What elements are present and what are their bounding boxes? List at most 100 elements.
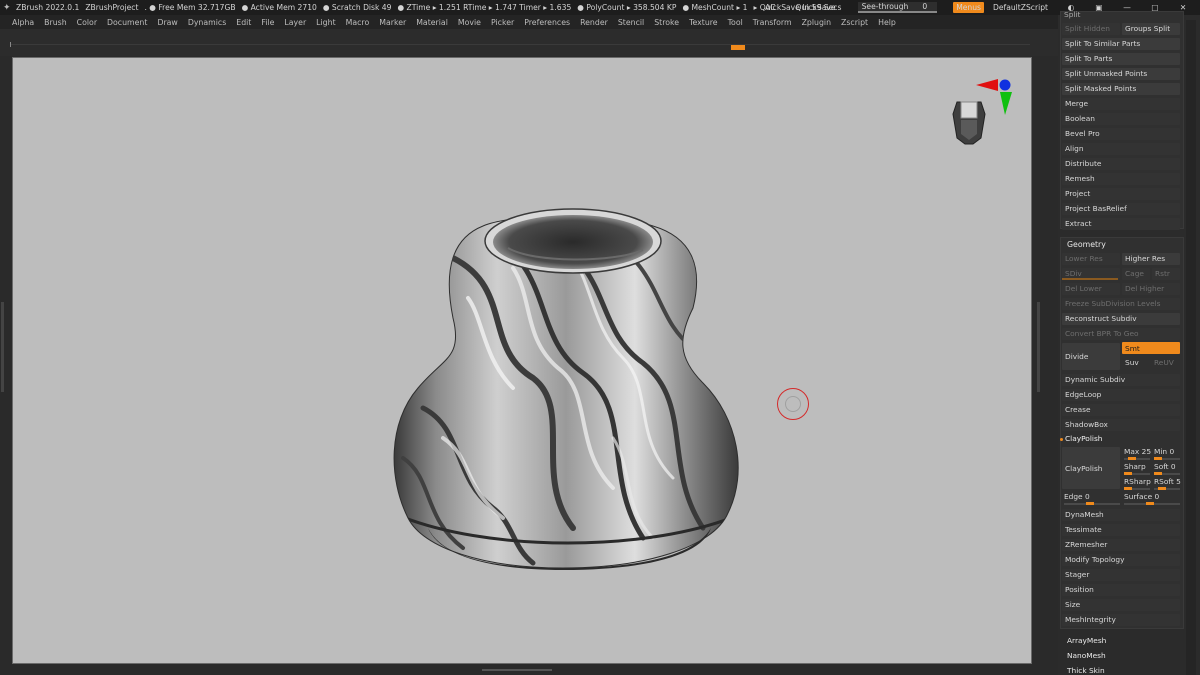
surface-slider-label[interactable]: Surface 0 bbox=[1124, 492, 1159, 501]
rsoft-slider-label[interactable]: RSoft 5 bbox=[1154, 477, 1181, 486]
menu-transform[interactable]: Transform bbox=[753, 18, 792, 27]
timeline-marker[interactable] bbox=[731, 45, 745, 50]
nanomesh-section[interactable]: NanoMesh bbox=[1067, 651, 1106, 660]
split-hidden-button[interactable]: Split Hidden bbox=[1062, 22, 1120, 35]
axis-gizmo-icon[interactable] bbox=[974, 76, 1014, 118]
rstr-button[interactable]: Rstr bbox=[1152, 267, 1180, 280]
freeze-subdivision-levels-button[interactable]: Freeze SubDivision Levels bbox=[1062, 297, 1180, 310]
extract-button[interactable]: Extract bbox=[1062, 217, 1180, 230]
menu-document[interactable]: Document bbox=[107, 18, 147, 27]
reuv-button[interactable]: ReUV bbox=[1154, 358, 1174, 367]
tool-palette-scrollbar[interactable] bbox=[1186, 20, 1196, 675]
sharp-slider-label[interactable]: Sharp bbox=[1124, 462, 1146, 471]
groups-split-button[interactable]: Groups Split bbox=[1122, 22, 1180, 35]
suv-toggle[interactable]: Suv bbox=[1125, 358, 1139, 367]
right-tray-handle[interactable] bbox=[1037, 302, 1040, 392]
del-higher-button[interactable]: Del Higher bbox=[1122, 282, 1180, 295]
sharp-slider-knob[interactable] bbox=[1124, 472, 1132, 475]
dynamesh-button[interactable]: DynaMesh bbox=[1062, 508, 1180, 521]
rsoft-slider-knob[interactable] bbox=[1158, 487, 1166, 490]
rsharp-slider-knob[interactable] bbox=[1124, 487, 1132, 490]
distribute-button[interactable]: Distribute bbox=[1062, 157, 1180, 170]
menu-stencil[interactable]: Stencil bbox=[618, 18, 644, 27]
align-button[interactable]: Align bbox=[1062, 142, 1180, 155]
tessimate-button[interactable]: Tessimate bbox=[1062, 523, 1180, 536]
menu-movie[interactable]: Movie bbox=[458, 18, 481, 27]
split-header[interactable]: Split bbox=[1064, 10, 1080, 19]
max-slider-label[interactable]: Max 25 bbox=[1124, 447, 1151, 456]
convert-bpr-to-geo-button[interactable]: Convert BPR To Geo bbox=[1062, 327, 1180, 340]
zremesher-button[interactable]: ZRemesher bbox=[1062, 538, 1180, 551]
project-button[interactable]: Project bbox=[1062, 187, 1180, 200]
size-button[interactable]: Size bbox=[1062, 598, 1180, 611]
reconstruct-subdiv-button[interactable]: Reconstruct Subdiv bbox=[1062, 312, 1180, 325]
soft-slider-label[interactable]: Soft 0 bbox=[1154, 462, 1176, 471]
menu-zscript[interactable]: Zscript bbox=[841, 18, 868, 27]
stager-button[interactable]: Stager bbox=[1062, 568, 1180, 581]
merge-button[interactable]: Merge bbox=[1062, 97, 1180, 110]
edge-slider-label[interactable]: Edge 0 bbox=[1064, 492, 1090, 501]
menu-texture[interactable]: Texture bbox=[689, 18, 718, 27]
modify-topology-button[interactable]: Modify Topology bbox=[1062, 553, 1180, 566]
menu-color[interactable]: Color bbox=[77, 18, 97, 27]
thick-skin-section[interactable]: Thick Skin bbox=[1067, 666, 1105, 675]
ac-toggle[interactable]: AC bbox=[765, 3, 775, 12]
split-to-similar-parts-button[interactable]: Split To Similar Parts bbox=[1062, 37, 1180, 50]
menu-file[interactable]: File bbox=[261, 18, 274, 27]
sdiv-slider[interactable]: SDiv bbox=[1062, 267, 1120, 280]
remesh-button[interactable]: Remesh bbox=[1062, 172, 1180, 185]
arraymesh-section[interactable]: ArrayMesh bbox=[1067, 636, 1106, 645]
bevel-pro-button[interactable]: Bevel Pro bbox=[1062, 127, 1180, 140]
boolean-button[interactable]: Boolean bbox=[1062, 112, 1180, 125]
max-slider-knob[interactable] bbox=[1128, 457, 1136, 460]
claypolish-button[interactable]: ClayPolish bbox=[1062, 447, 1120, 489]
min-slider-knob[interactable] bbox=[1154, 457, 1162, 460]
cage-button[interactable]: Cage bbox=[1122, 267, 1150, 280]
crease-button[interactable]: Crease bbox=[1062, 403, 1180, 416]
shadowbox-button[interactable]: ShadowBox bbox=[1062, 418, 1180, 431]
menu-alpha[interactable]: Alpha bbox=[12, 18, 34, 27]
document-canvas[interactable] bbox=[12, 57, 1032, 664]
quicksave-button[interactable]: QuickSave bbox=[795, 3, 835, 12]
menu-dynamics[interactable]: Dynamics bbox=[188, 18, 226, 27]
divide-button[interactable]: Divide bbox=[1062, 342, 1120, 370]
lower-res-button[interactable]: Lower Res bbox=[1062, 252, 1120, 265]
min-slider-label[interactable]: Min 0 bbox=[1154, 447, 1174, 456]
menu-edit[interactable]: Edit bbox=[236, 18, 251, 27]
menu-help[interactable]: Help bbox=[878, 18, 896, 27]
menu-zplugin[interactable]: Zplugin bbox=[802, 18, 831, 27]
soft-slider-knob[interactable] bbox=[1154, 472, 1162, 475]
left-tray-handle[interactable] bbox=[1, 302, 4, 392]
menu-picker[interactable]: Picker bbox=[491, 18, 514, 27]
menu-draw[interactable]: Draw bbox=[157, 18, 177, 27]
dynamic-subdiv-button[interactable]: Dynamic Subdiv bbox=[1062, 373, 1180, 386]
menu-render[interactable]: Render bbox=[580, 18, 608, 27]
edge-slider-knob[interactable] bbox=[1086, 502, 1094, 505]
menu-stroke[interactable]: Stroke bbox=[654, 18, 679, 27]
menu-preferences[interactable]: Preferences bbox=[524, 18, 570, 27]
vase-sculpt-model[interactable] bbox=[13, 58, 1032, 664]
menu-tool[interactable]: Tool bbox=[728, 18, 743, 27]
higher-res-button[interactable]: Higher Res bbox=[1122, 252, 1180, 265]
bottom-tray-handle[interactable] bbox=[482, 669, 552, 671]
see-through-slider[interactable]: See-through 0 bbox=[857, 2, 938, 13]
position-button[interactable]: Position bbox=[1062, 583, 1180, 596]
smt-toggle[interactable]: Smt bbox=[1122, 342, 1180, 354]
claypolish-header[interactable]: ClayPolish bbox=[1065, 434, 1102, 443]
menu-macro[interactable]: Macro bbox=[346, 18, 370, 27]
menu-marker[interactable]: Marker bbox=[379, 18, 406, 27]
menu-light[interactable]: Light bbox=[316, 18, 335, 27]
rsharp-slider-label[interactable]: RSharp bbox=[1124, 477, 1151, 486]
menu-brush[interactable]: Brush bbox=[44, 18, 67, 27]
menus-button[interactable]: Menus bbox=[953, 2, 985, 13]
project-basrelief-button[interactable]: Project BasRelief bbox=[1062, 202, 1180, 215]
surface-slider-knob[interactable] bbox=[1146, 502, 1154, 505]
geometry-title[interactable]: Geometry bbox=[1067, 240, 1106, 249]
split-masked-points-button[interactable]: Split Masked Points bbox=[1062, 82, 1180, 95]
menu-material[interactable]: Material bbox=[416, 18, 448, 27]
meshintegrity-button[interactable]: MeshIntegrity bbox=[1062, 613, 1180, 626]
split-unmasked-points-button[interactable]: Split Unmasked Points bbox=[1062, 67, 1180, 80]
menu-layer[interactable]: Layer bbox=[284, 18, 306, 27]
split-to-parts-button[interactable]: Split To Parts bbox=[1062, 52, 1180, 65]
timeline-track[interactable] bbox=[10, 44, 1030, 45]
